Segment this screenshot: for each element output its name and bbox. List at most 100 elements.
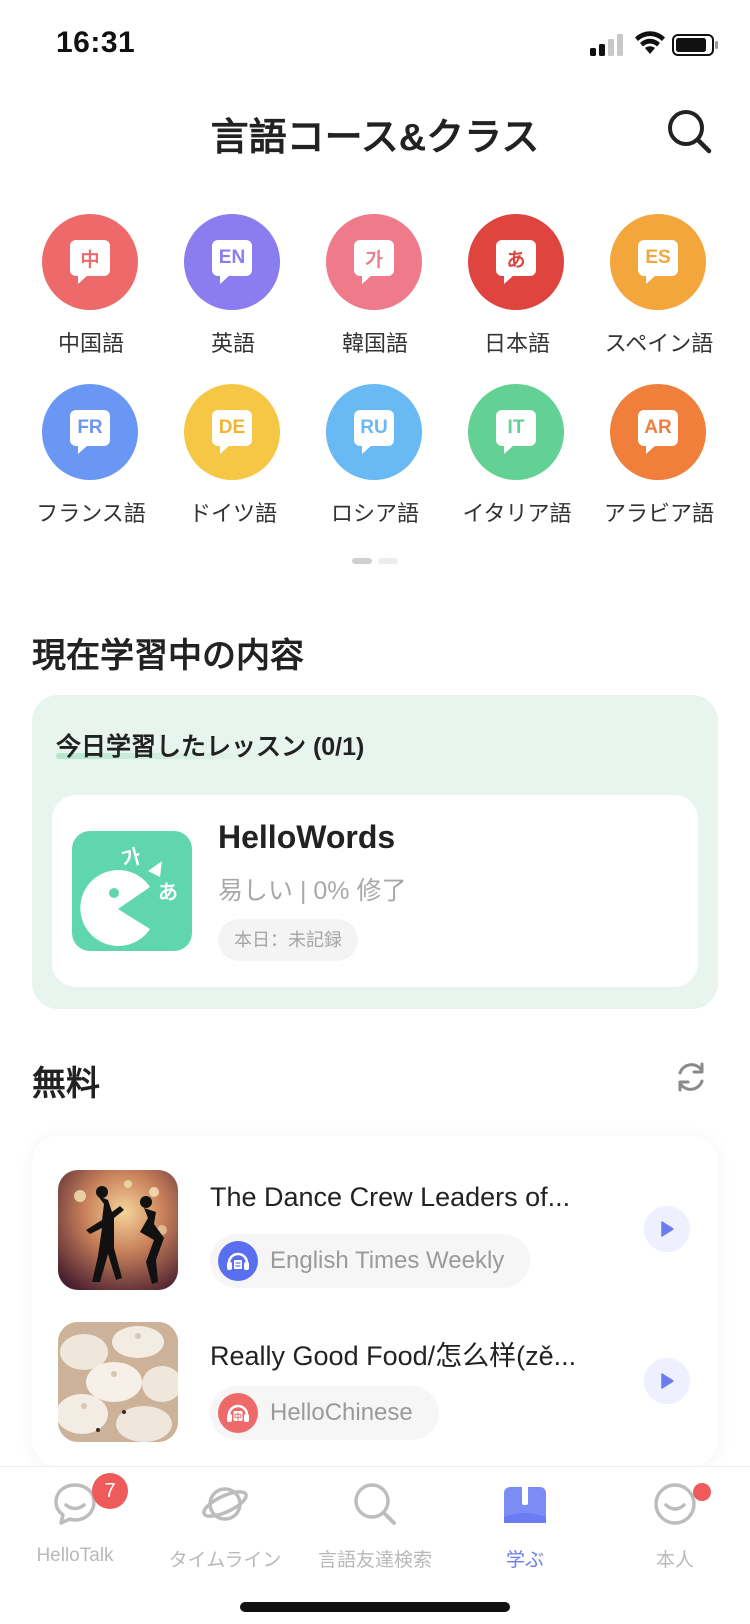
play-button[interactable] <box>644 1358 690 1404</box>
tab-partner-search[interactable]: 言語友達検索 <box>300 1467 450 1597</box>
current-learning-card: 今日学習したレッスン (0/1) 가 あ HelloWords 易しい | 0%… <box>32 695 718 1009</box>
hellochinese-logo-icon: 中 <box>218 1393 258 1433</box>
speech-bubble-icon: FR <box>70 410 110 454</box>
speech-bubble-icon: 가 <box>354 240 394 284</box>
source-name: HelloChinese <box>270 1399 413 1426</box>
play-icon <box>661 1373 674 1389</box>
language-item-japanese[interactable]: あ 日本語 <box>446 214 588 374</box>
tab-timeline[interactable]: タイムライン <box>150 1467 300 1597</box>
language-item-chinese[interactable]: 中 中国語 <box>20 214 162 374</box>
page-title: 言語コース&クラス <box>210 117 540 159</box>
language-circle: あ <box>468 214 564 310</box>
search-icon[interactable] <box>664 106 714 156</box>
planet-icon <box>202 1487 248 1521</box>
notification-badge: 7 <box>92 1473 128 1509</box>
language-circle: FR <box>42 384 138 480</box>
notification-dot <box>693 1483 711 1501</box>
lesson-icon-text: 가 <box>119 844 144 872</box>
status-bar: 16:31 <box>0 0 750 88</box>
tab-label: タイムライン <box>168 1550 282 1571</box>
language-circle: DE <box>184 384 280 480</box>
language-item-korean[interactable]: 가 韓国語 <box>304 214 446 374</box>
free-item-title: Really Good Food/怎么样(zě... <box>210 1341 577 1371</box>
language-code: ES <box>645 247 671 268</box>
language-code: EN <box>218 247 246 268</box>
tab-bar: 7 HelloTalk タイムライン 言語友達検索 学ぶ 本人 <box>0 1466 750 1624</box>
language-label: スペイン語 <box>604 331 714 356</box>
today-lessons-label: 今日学習したレッスン (0/1) <box>56 733 365 761</box>
lesson-status-tag: 本日：未記録 <box>218 919 358 961</box>
language-label: フランス語 <box>36 501 146 526</box>
speech-bubble-icon: IT <box>496 410 536 454</box>
speech-bubble-icon: AR <box>638 410 678 454</box>
lesson-name: HelloWords <box>218 819 396 855</box>
battery-icon <box>672 34 718 56</box>
speech-bubble-icon: 中 <box>70 240 110 284</box>
language-circle: AR <box>610 384 706 480</box>
speech-bubble-icon: EN <box>212 240 252 284</box>
language-item-french[interactable]: FR フランス語 <box>20 384 162 544</box>
language-circle: RU <box>326 384 422 480</box>
refresh-icon[interactable] <box>674 1060 708 1094</box>
speech-bubble-icon: DE <box>212 410 252 454</box>
language-circle: 中 <box>42 214 138 310</box>
lesson-icon-text: あ <box>158 880 178 904</box>
tab-label: 本人 <box>655 1550 694 1571</box>
tab-label: 言語友達検索 <box>317 1550 432 1571</box>
free-section-title: 無料 <box>32 1065 100 1103</box>
page-dot-active <box>352 558 372 564</box>
free-item-source[interactable]: English Times Weekly <box>210 1234 531 1288</box>
language-label: 中国語 <box>57 331 124 356</box>
language-item-german[interactable]: DE ドイツ語 <box>162 384 304 544</box>
source-name: English Times Weekly <box>270 1247 505 1274</box>
free-item[interactable]: The Dance Crew Leaders of... English Tim… <box>32 1170 718 1310</box>
language-label: ドイツ語 <box>188 501 277 526</box>
tab-hellotalk[interactable]: 7 HelloTalk <box>0 1467 150 1597</box>
play-icon <box>661 1221 674 1237</box>
free-item[interactable]: Really Good Food/怎么样(zě... 中 HelloChines… <box>32 1322 718 1462</box>
language-label: 韓国語 <box>341 331 408 356</box>
language-circle: IT <box>468 384 564 480</box>
speech-bubble-icon: ES <box>638 240 678 284</box>
language-code: あ <box>506 249 526 271</box>
search-icon <box>354 1483 396 1525</box>
language-item-spanish[interactable]: ES スペイン語 <box>588 214 730 374</box>
language-label: 英語 <box>210 331 255 356</box>
speech-bubble-icon: あ <box>496 240 536 284</box>
page-dot <box>378 558 398 564</box>
language-circle: 가 <box>326 214 422 310</box>
dance-thumbnail <box>58 1170 178 1290</box>
language-circle: ES <box>610 214 706 310</box>
language-code: 가 <box>365 249 383 271</box>
language-code: DE <box>218 417 246 438</box>
language-item-russian[interactable]: RU ロシア語 <box>304 384 446 544</box>
book-icon <box>504 1483 546 1523</box>
free-content-card: The Dance Crew Leaders of... English Tim… <box>32 1136 718 1466</box>
language-code: AR <box>644 417 672 438</box>
cellular-signal-icon <box>590 34 623 56</box>
english-times-logo-icon <box>218 1241 258 1281</box>
language-code: IT <box>507 417 525 438</box>
language-code: 中 <box>80 249 100 271</box>
tab-learn[interactable]: 学ぶ <box>450 1467 600 1597</box>
page-indicator <box>352 558 400 564</box>
language-code: RU <box>360 417 388 438</box>
tab-profile[interactable]: 本人 <box>600 1467 750 1597</box>
language-item-arabic[interactable]: AR アラビア語 <box>588 384 730 544</box>
status-time: 16:31 <box>56 26 136 59</box>
language-item-italian[interactable]: IT イタリア語 <box>446 384 588 544</box>
language-circle: EN <box>184 214 280 310</box>
dumplings-thumbnail <box>58 1322 178 1442</box>
language-item-english[interactable]: EN 英語 <box>162 214 304 374</box>
speech-bubble-icon: RU <box>354 410 394 454</box>
language-label: アラビア語 <box>603 501 714 526</box>
wifi-icon <box>635 31 665 54</box>
lesson-card[interactable]: 가 あ HelloWords 易しい | 0% 修了 本日：未記録 <box>52 795 698 987</box>
svg-text:中: 中 <box>234 1412 242 1422</box>
tab-label: HelloTalk <box>36 1545 114 1566</box>
pacman-icon: 가 あ <box>80 844 178 946</box>
play-button[interactable] <box>644 1206 690 1252</box>
free-item-source[interactable]: 中 HelloChinese <box>210 1386 439 1440</box>
language-label: ロシア語 <box>330 501 419 526</box>
language-label: 日本語 <box>483 331 550 356</box>
